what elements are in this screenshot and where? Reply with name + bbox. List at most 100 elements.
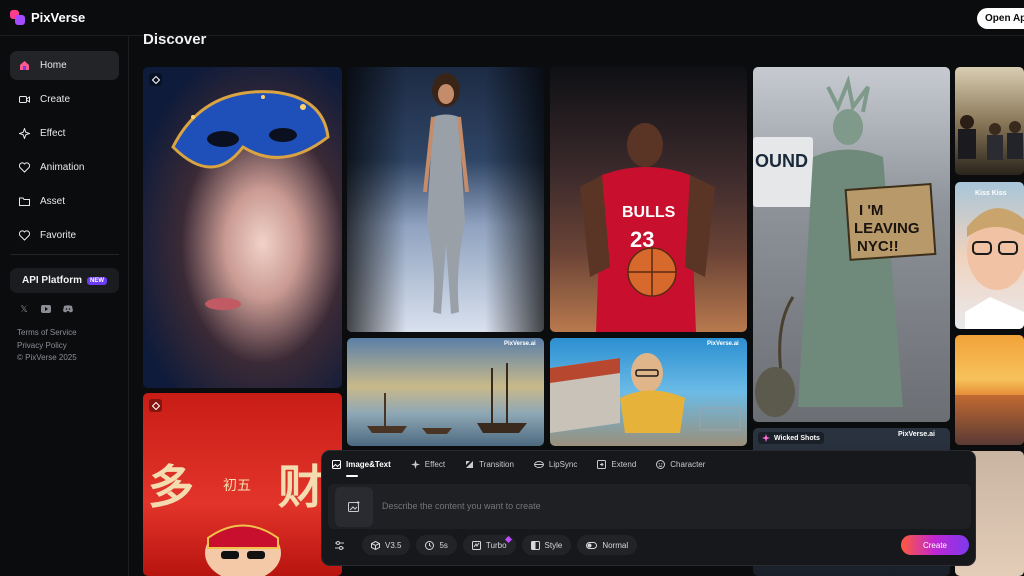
pixverse-watermark: PixVerse.ai — [898, 431, 935, 438]
transition-icon — [466, 460, 474, 468]
x-icon[interactable]: 𝕏 — [19, 304, 29, 314]
api-platform-button[interactable]: API Platform NEW — [10, 268, 119, 293]
brand-logo[interactable]: PixVerse — [10, 10, 85, 25]
tab-effect[interactable]: Effect — [410, 457, 445, 471]
heart-outline-icon — [19, 230, 30, 241]
mode-chip[interactable]: Normal — [577, 535, 638, 555]
poster-char-1: 多 — [148, 460, 194, 514]
sidebar-item-animation[interactable]: Animation — [10, 153, 119, 182]
player-art: BULLS 23 — [580, 123, 715, 332]
man-glasses-art — [965, 208, 1024, 329]
style-icon — [530, 540, 540, 550]
creation-panel: Image&Text Effect Transition LipSync Ext… — [321, 450, 976, 566]
upload-image-button[interactable] — [335, 487, 373, 527]
meeting-art — [958, 115, 1023, 160]
runway-model-tile[interactable] — [347, 67, 544, 332]
duration-chip[interactable]: 5s — [416, 535, 457, 555]
sidebar-item-label: Favorite — [40, 230, 77, 241]
tab-extend[interactable]: Extend — [597, 457, 636, 471]
image-text-icon — [332, 459, 341, 469]
tab-label: Transition — [479, 459, 514, 469]
terms-link[interactable]: Terms of Service — [17, 328, 77, 337]
wicked-shots-label: Wicked Shots — [774, 434, 820, 442]
sailing-ships-tile[interactable]: PixVerse.ai — [347, 338, 544, 446]
turbo-icon — [471, 540, 481, 550]
copyright-text: © PixVerse 2025 — [17, 353, 77, 362]
pixverse-logo-icon — [10, 10, 25, 25]
sidebar-item-asset[interactable]: Asset — [10, 187, 119, 216]
wicked-shots-badge: Wicked Shots — [758, 432, 824, 444]
masked-woman-tile[interactable] — [143, 67, 342, 388]
settings-button[interactable] — [330, 536, 348, 554]
turbo-chip[interactable]: Turbo — [462, 535, 516, 555]
basketball-player-tile[interactable]: BULLS 23 — [550, 67, 747, 332]
model-figure-art — [423, 73, 469, 314]
statue-art: OUND I 'M LEAVING NYC!! — [755, 75, 937, 417]
pixverse-watermark: PixVerse.ai — [707, 341, 739, 347]
tab-character[interactable]: Character — [656, 457, 705, 471]
sidebar-item-create[interactable]: Create — [10, 85, 119, 114]
sidebar-item-label: Effect — [40, 128, 66, 139]
page-title: Discover — [143, 31, 207, 48]
model-version-chip[interactable]: V3.5 — [362, 535, 411, 555]
create-button[interactable]: Create — [901, 535, 969, 555]
diamond-icon[interactable] — [149, 73, 162, 86]
privacy-link[interactable]: Privacy Policy — [17, 341, 67, 350]
cube-icon — [371, 540, 380, 550]
prompt-input[interactable] — [382, 501, 942, 511]
sparkle-icon — [19, 128, 30, 139]
svg-text:LEAVING: LEAVING — [854, 220, 920, 237]
poster-char-3: 财 — [278, 460, 324, 514]
tab-image-text[interactable]: Image&Text — [332, 457, 391, 477]
options-row: V3.5 5s Turbo Style Normal — [330, 535, 638, 555]
sparkle-icon — [410, 459, 420, 469]
chip-label: 5s — [439, 540, 448, 550]
sidebar-item-label: Animation — [40, 162, 85, 173]
clock-icon — [425, 540, 435, 550]
sidebar-item-label: Home — [40, 60, 67, 71]
poster-char-2: 初五 — [223, 478, 251, 494]
discord-icon[interactable] — [63, 304, 73, 314]
style-chip[interactable]: Style — [521, 535, 572, 555]
diamond-icon[interactable] — [149, 399, 162, 412]
creation-tabs: Image&Text Effect Transition LipSync Ext… — [332, 457, 705, 477]
open-app-button[interactable]: Open App — [977, 8, 1024, 29]
tab-label: LipSync — [548, 459, 578, 469]
sidebar: Home Create Effect Animation Asset Favor… — [0, 36, 129, 576]
kiss-kiss-tile[interactable]: Kiss Kiss — [955, 182, 1024, 329]
character-icon — [656, 459, 666, 469]
lips-art — [205, 298, 241, 310]
sidebar-item-label: Asset — [40, 196, 66, 207]
svg-text:BULLS: BULLS — [622, 204, 676, 221]
social-links: 𝕏 — [19, 304, 73, 314]
lips-icon — [533, 460, 544, 468]
sparkle-icon — [762, 434, 770, 442]
folder-icon — [19, 196, 30, 207]
tab-lipsync[interactable]: LipSync — [533, 457, 578, 471]
lunar-new-year-tile[interactable]: 多 初五 财 — [143, 393, 342, 576]
sidebar-item-effect[interactable]: Effect — [10, 119, 119, 148]
brand-name: PixVerse — [31, 10, 86, 25]
heart-icon — [19, 162, 30, 173]
toggle-icon — [586, 541, 598, 549]
extend-icon — [597, 459, 607, 469]
image-upload-icon — [348, 501, 360, 512]
new-badge: NEW — [87, 276, 107, 285]
statue-of-liberty-tile[interactable]: OUND I 'M LEAVING NYC!! — [753, 67, 950, 422]
chip-label: Normal — [602, 540, 629, 550]
tab-label: Extend — [611, 459, 637, 469]
sidebar-divider — [10, 254, 119, 255]
blue-mask-art — [171, 90, 330, 169]
chip-label: V3.5 — [385, 540, 402, 550]
tab-transition[interactable]: Transition — [465, 457, 514, 471]
meeting-room-tile[interactable] — [955, 67, 1024, 175]
home-icon — [19, 60, 30, 71]
api-platform-label: API Platform — [21, 275, 82, 286]
prompt-area — [328, 484, 971, 529]
sunset-sea-tile[interactable] — [955, 335, 1024, 445]
sidebar-item-home[interactable]: Home — [10, 51, 119, 80]
giant-man-art — [550, 353, 741, 433]
youtube-icon[interactable] — [41, 304, 51, 314]
sidebar-item-favorite[interactable]: Favorite — [10, 221, 119, 250]
giant-man-tile[interactable]: PixVerse.ai — [550, 338, 747, 446]
